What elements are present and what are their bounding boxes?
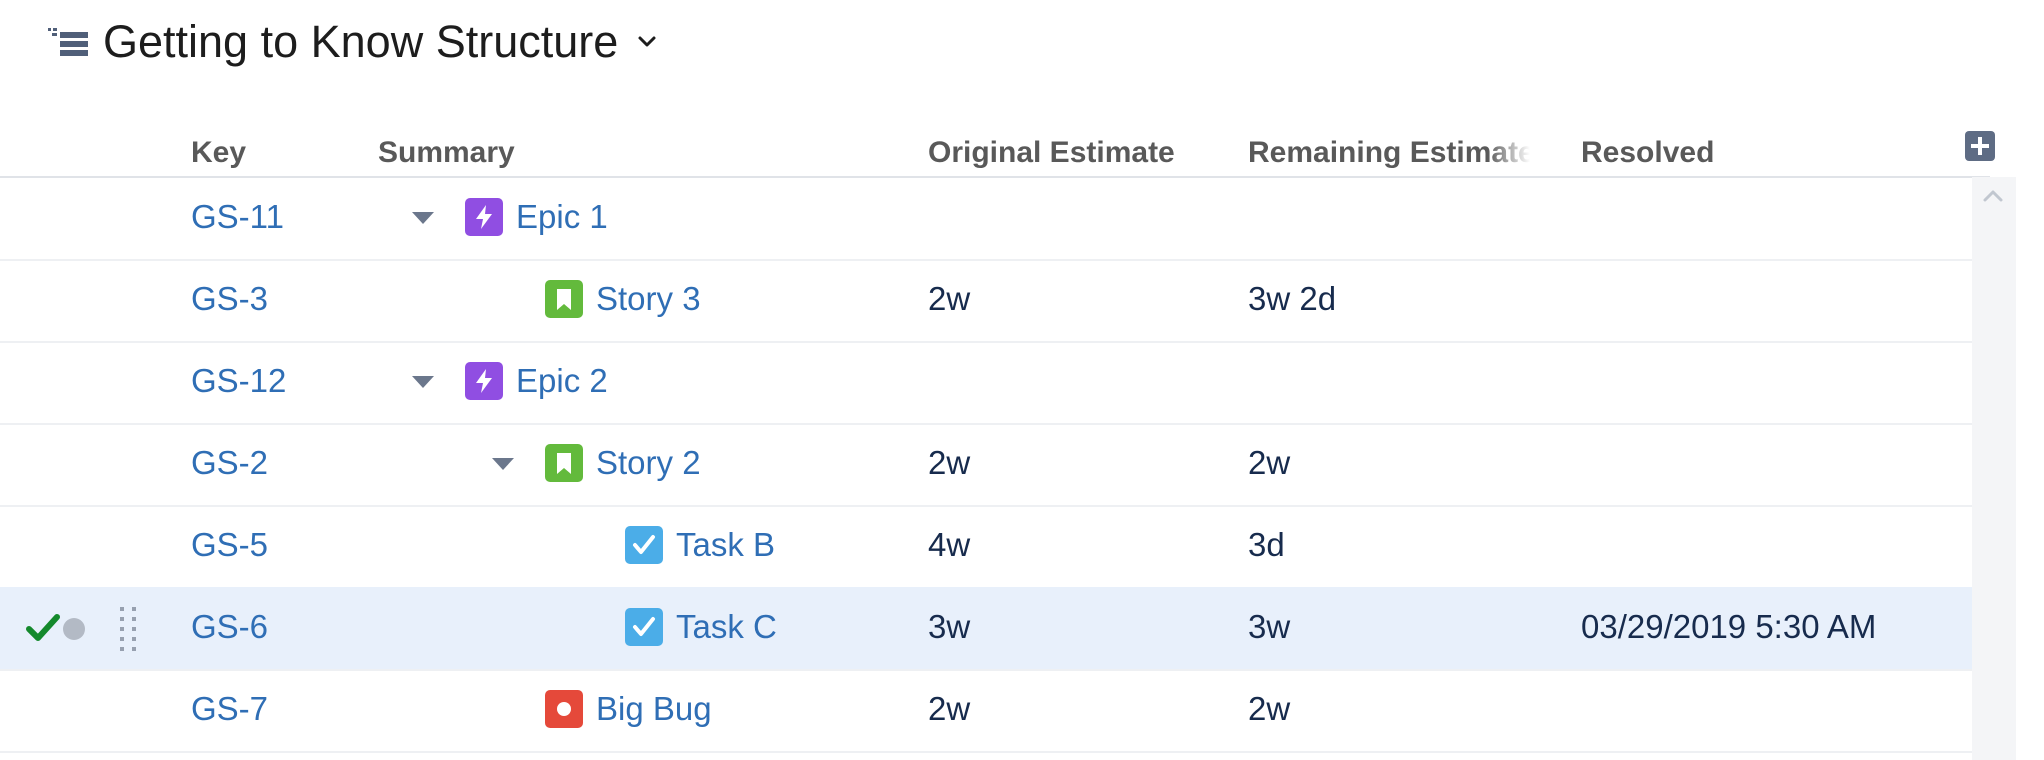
resolved-check-icon: [26, 613, 60, 643]
remaining-estimate-cell: 3w 2d: [1248, 280, 1337, 317]
column-header-resolved[interactable]: Resolved: [1581, 134, 1714, 172]
issue-key-link[interactable]: GS-11: [191, 197, 284, 237]
add-column-button[interactable]: [1965, 131, 1995, 161]
issue-key-link[interactable]: GS-2: [191, 443, 268, 483]
bug-icon: [545, 690, 583, 728]
issue-key-link[interactable]: GS-6: [191, 607, 268, 647]
structure-title-bar: Getting to Know Structure: [0, 0, 1990, 90]
remaining-estimate-cell: 2w: [1248, 690, 1291, 727]
issue-key-link[interactable]: GS-12: [191, 361, 286, 401]
chevron-down-icon[interactable]: [635, 30, 659, 54]
table-row[interactable]: GS-11 Epic 1: [0, 177, 1972, 261]
issue-summary-link[interactable]: Epic 1: [516, 197, 608, 237]
status-dot-icon: [63, 618, 85, 640]
task-icon: [625, 608, 663, 646]
epic-icon: [465, 362, 503, 400]
issue-key-link[interactable]: GS-5: [191, 525, 268, 565]
issue-summary-link[interactable]: Story 2: [596, 443, 701, 483]
story-icon: [545, 444, 583, 482]
original-estimate-cell: 2w: [928, 280, 971, 317]
table-row[interactable]: GS-2 Story 2 2w 2w: [0, 423, 1972, 507]
column-header-summary[interactable]: Summary: [378, 134, 515, 172]
issue-key-link[interactable]: GS-7: [191, 689, 268, 729]
column-header-remaining-estimate[interactable]: Remaining Estimate: [1248, 134, 1530, 172]
issue-key-link[interactable]: GS-3: [191, 279, 268, 319]
issue-summary-link[interactable]: Task B: [676, 525, 775, 565]
structure-list-icon: [46, 26, 90, 60]
story-icon: [545, 280, 583, 318]
drag-handle-icon[interactable]: [118, 605, 140, 655]
remaining-estimate-cell: 3w: [1248, 608, 1291, 645]
collapse-toggle-icon[interactable]: [412, 212, 434, 224]
epic-icon: [465, 198, 503, 236]
vertical-scrollbar[interactable]: [1972, 177, 2016, 760]
issue-summary-link[interactable]: Big Bug: [596, 689, 712, 729]
structure-grid: GS-11 Epic 1 GS-3 Story 3 2w 3w 2d GS-12…: [0, 177, 1972, 760]
table-row[interactable]: GS-7 Big Bug 2w 2w: [0, 669, 1972, 753]
plus-icon: [1971, 137, 1989, 155]
issue-summary-link[interactable]: Epic 2: [516, 361, 608, 401]
issue-summary-link[interactable]: Story 3: [596, 279, 701, 319]
column-header-original-estimate[interactable]: Original Estimate: [928, 134, 1175, 172]
table-row[interactable]: GS-5 Task B 4w 3d: [0, 505, 1972, 589]
task-icon: [625, 526, 663, 564]
original-estimate-cell: 3w: [928, 608, 971, 645]
remaining-estimate-cell: 2w: [1248, 444, 1291, 481]
original-estimate-cell: 2w: [928, 444, 971, 481]
remaining-estimate-cell: 3d: [1248, 526, 1285, 563]
collapse-toggle-icon[interactable]: [412, 376, 434, 388]
grid-header: Key Summary Original Estimate Remaining …: [0, 130, 1990, 178]
table-row-selected[interactable]: GS-6 Task C 3w 3w 03/29/2019 5:30 AM: [0, 587, 1972, 671]
collapse-toggle-icon[interactable]: [492, 458, 514, 470]
table-row[interactable]: GS-12 Epic 2: [0, 341, 1972, 425]
table-row[interactable]: GS-3 Story 3 2w 3w 2d: [0, 259, 1972, 343]
scroll-up-icon[interactable]: [1980, 186, 2006, 206]
original-estimate-cell: 2w: [928, 690, 971, 727]
issue-summary-link[interactable]: Task C: [676, 607, 777, 647]
column-header-key[interactable]: Key: [191, 134, 246, 172]
original-estimate-cell: 4w: [928, 526, 971, 563]
resolved-cell: 03/29/2019 5:30 AM: [1581, 608, 1877, 645]
structure-title[interactable]: Getting to Know Structure: [103, 14, 618, 69]
